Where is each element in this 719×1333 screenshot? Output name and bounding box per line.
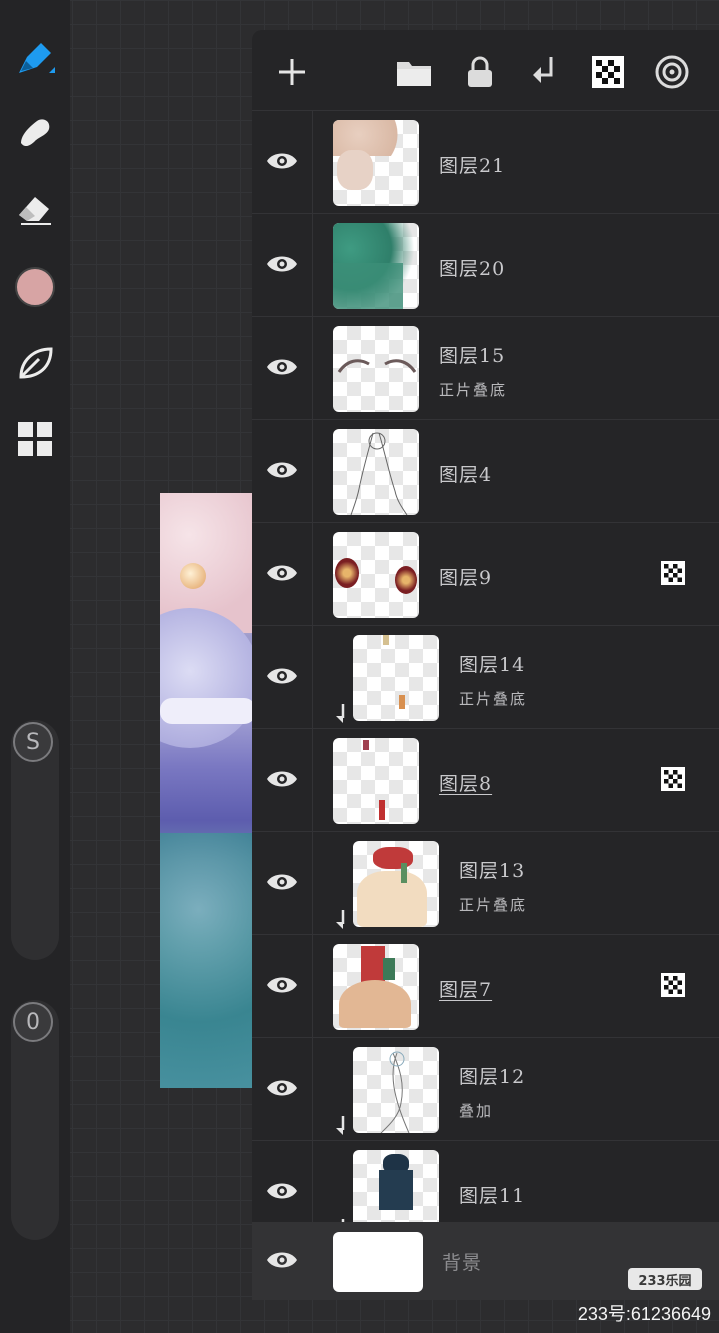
- layer-thumbnail[interactable]: [333, 223, 419, 309]
- reference-icon[interactable]: [650, 50, 694, 94]
- layer-row[interactable]: 图层4: [252, 419, 719, 523]
- layer-thumbnail[interactable]: [333, 120, 419, 206]
- smudge-icon[interactable]: [12, 110, 58, 156]
- background-thumbnail: [333, 1232, 423, 1292]
- brush-size-knob[interactable]: S: [13, 722, 53, 762]
- watermark-id: 233号:61236649: [577, 1304, 711, 1324]
- opacity-knob[interactable]: 0: [13, 1002, 53, 1042]
- clipping-mask-icon: [332, 908, 348, 930]
- layer-thumbnail[interactable]: [353, 841, 439, 927]
- color-swatch[interactable]: [12, 264, 58, 310]
- clipping-mask-icon: [332, 1114, 348, 1136]
- eye-icon[interactable]: [264, 1070, 300, 1106]
- alpha-lock-icon: [661, 973, 685, 997]
- blend-mode-label[interactable]: 正片叠底: [439, 379, 507, 400]
- add-icon[interactable]: [270, 50, 314, 94]
- merge-down-icon[interactable]: [522, 50, 566, 94]
- folder-icon[interactable]: [392, 50, 436, 94]
- layer-name: 图层4: [439, 464, 493, 486]
- layer-thumbnail[interactable]: [333, 944, 419, 1030]
- layer-row[interactable]: 图层15 正片叠底: [252, 316, 719, 420]
- watermark-logo: 233乐园: [628, 1268, 702, 1290]
- eye-icon[interactable]: [264, 1242, 300, 1278]
- eye-icon[interactable]: [264, 349, 300, 385]
- gallery-icon[interactable]: [12, 416, 58, 462]
- alpha-lock-icon: [661, 561, 685, 585]
- layer-row[interactable]: 图层13 正片叠底: [252, 831, 719, 935]
- layer-row[interactable]: 图层7: [252, 934, 719, 1038]
- background-layer-name: 背景: [442, 1252, 483, 1274]
- layer-thumbnail[interactable]: [353, 635, 439, 721]
- layer-name: 图层13: [459, 860, 526, 882]
- layer-thumbnail[interactable]: [333, 429, 419, 515]
- layer-name: 图层12: [459, 1066, 526, 1088]
- layer-thumbnail[interactable]: [333, 532, 419, 618]
- eye-icon[interactable]: [264, 555, 300, 591]
- row-divider: [312, 1141, 313, 1222]
- layer-row[interactable]: 图层11: [252, 1140, 719, 1222]
- blend-mode-label[interactable]: 正片叠底: [459, 688, 527, 709]
- lock-icon[interactable]: [458, 50, 502, 94]
- row-divider: [312, 1038, 313, 1141]
- row-divider: [312, 317, 313, 420]
- layers-panel: 图层21 图层20 图层15 正片叠底 图层4 图层9 图层14 正片叠底 图层8 图层13 正片叠…: [252, 30, 719, 1300]
- layer-row[interactable]: 图层9: [252, 522, 719, 626]
- alpha-lock-icon[interactable]: [586, 50, 630, 94]
- layer-name: 图层11: [459, 1185, 526, 1207]
- eraser-icon[interactable]: [12, 186, 58, 232]
- alpha-lock-icon: [661, 767, 685, 791]
- clipping-mask-icon: [332, 702, 348, 724]
- eye-icon[interactable]: [264, 1173, 300, 1209]
- layer-thumbnail[interactable]: [333, 326, 419, 412]
- row-divider: [312, 523, 313, 626]
- layer-row[interactable]: 图层20: [252, 213, 719, 317]
- layer-name: 图层20: [439, 258, 506, 280]
- row-divider: [312, 935, 313, 1038]
- layer-name: 图层21: [439, 155, 506, 177]
- row-divider: [312, 111, 313, 214]
- eye-icon[interactable]: [264, 761, 300, 797]
- row-divider: [312, 832, 313, 935]
- layer-row[interactable]: 图层21: [252, 110, 719, 214]
- blend-mode-label[interactable]: 叠加: [459, 1100, 493, 1121]
- layer-thumbnail[interactable]: [333, 738, 419, 824]
- row-divider: [312, 214, 313, 317]
- leaf-icon[interactable]: [12, 340, 58, 386]
- blend-mode-label[interactable]: 正片叠底: [459, 894, 527, 915]
- layer-row[interactable]: 图层8: [252, 728, 719, 832]
- layer-name: 图层9: [439, 567, 493, 589]
- eye-icon[interactable]: [264, 452, 300, 488]
- layer-name: 图层14: [459, 654, 526, 676]
- layer-name: 图层8: [439, 773, 493, 795]
- eye-icon[interactable]: [264, 967, 300, 1003]
- eye-icon[interactable]: [264, 143, 300, 179]
- eye-icon[interactable]: [264, 658, 300, 694]
- layer-row[interactable]: 图层12 叠加: [252, 1037, 719, 1141]
- artwork-preview[interactable]: [160, 493, 256, 1088]
- layer-thumbnail[interactable]: [353, 1150, 439, 1222]
- layer-row[interactable]: 图层14 正片叠底: [252, 625, 719, 729]
- eye-icon[interactable]: [264, 246, 300, 282]
- layer-thumbnail[interactable]: [353, 1047, 439, 1133]
- brush-size-slider[interactable]: S: [11, 720, 59, 960]
- layer-name: 图层15: [439, 345, 506, 367]
- row-divider: [312, 420, 313, 523]
- brush-icon[interactable]: [12, 36, 58, 82]
- row-divider: [312, 626, 313, 729]
- row-divider: [312, 729, 313, 832]
- layers-list[interactable]: 图层21 图层20 图层15 正片叠底 图层4 图层9 图层14 正片叠底 图层8 图层13 正片叠…: [252, 110, 719, 1222]
- layers-panel-header: [252, 30, 719, 110]
- left-toolbar: S 0: [0, 0, 70, 1333]
- opacity-slider[interactable]: 0: [11, 1000, 59, 1240]
- eye-icon[interactable]: [264, 864, 300, 900]
- layer-name: 图层7: [439, 979, 493, 1001]
